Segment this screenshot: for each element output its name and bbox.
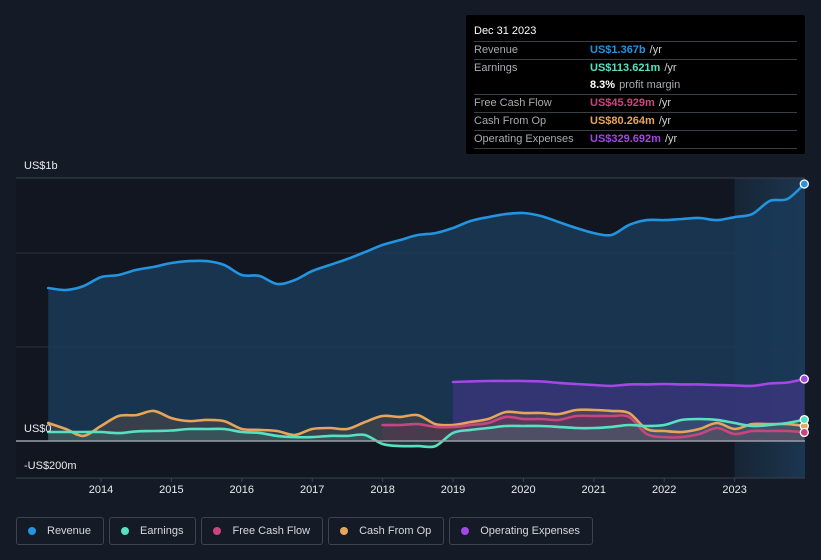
tooltip-unit: /yr	[658, 97, 672, 109]
tooltip-value: US$45.929m	[590, 97, 655, 109]
tooltip-unit: /yr	[664, 133, 678, 145]
revenue-dot-icon	[28, 527, 36, 535]
y-tick-label-1b: US$1b	[24, 160, 58, 172]
tooltip-value: US$329.692m	[590, 133, 661, 145]
free-cash-flow-endpoint	[799, 427, 809, 438]
legend-item-free-cash-flow[interactable]: Free Cash Flow	[201, 517, 324, 545]
revenue-endpoint	[799, 179, 809, 189]
tooltip-row-profit-margin: 8.3% profit margin	[474, 77, 797, 95]
tooltip-unit: /yr	[664, 62, 677, 74]
tooltip-unit: profit margin	[619, 79, 681, 91]
legend-label: Revenue	[47, 525, 92, 537]
legend-item-earnings[interactable]: Earnings	[109, 517, 197, 545]
legend-item-operating-expenses[interactable]: Operating Expenses	[449, 517, 593, 545]
tooltip-label: Earnings	[474, 62, 518, 74]
tooltip-unit: /yr	[658, 115, 672, 127]
x-tick-label: 2018	[370, 484, 395, 496]
tooltip-label: Revenue	[474, 44, 519, 56]
legend: Revenue Earnings Free Cash Flow Cash Fro…	[16, 517, 593, 545]
tooltip-value: US$1.367b	[590, 44, 646, 56]
tooltip-label	[474, 77, 590, 94]
tooltip-row-free-cash-flow: Free Cash Flow US$45.929m /yr	[474, 95, 797, 113]
tooltip-label: Free Cash Flow	[474, 97, 552, 109]
tooltip-row-cash-from-op: Cash From Op US$80.264m /yr	[474, 113, 797, 131]
x-tick-label: 2023	[722, 484, 747, 496]
tooltip-row-revenue: Revenue US$1.367b /yr	[474, 42, 797, 60]
x-tick-label: 2015	[159, 484, 184, 496]
tooltip-unit: /yr	[649, 44, 662, 56]
x-tick-label: 2016	[229, 484, 255, 496]
legend-label: Cash From Op	[359, 525, 432, 537]
legend-item-cash-from-op[interactable]: Cash From Op	[328, 517, 445, 545]
x-tick-label: 2020	[511, 484, 536, 496]
tooltip-panel: Dec 31 2023 Revenue US$1.367b /yr Earnin…	[466, 15, 805, 154]
y-tick-label-neg200m: -US$200m	[24, 460, 77, 472]
tooltip-row-earnings: Earnings US$113.621m /yr	[474, 60, 797, 77]
earnings-endpoint	[799, 414, 809, 425]
legend-item-revenue[interactable]: Revenue	[16, 517, 105, 545]
tooltip-value: US$113.621m	[590, 62, 661, 74]
cash-from-op-dot-icon	[340, 527, 349, 535]
x-tick-label: 2014	[88, 484, 114, 496]
free-cash-flow-dot-icon	[213, 527, 222, 535]
operating-expenses-endpoint	[799, 374, 809, 384]
y-tick-label-0: US$0	[24, 423, 52, 435]
x-tick-label: 2019	[440, 484, 466, 496]
tooltip-row-operating-expenses: Operating Expenses US$329.692m /yr	[474, 131, 797, 149]
tooltip-label: Cash From Op	[474, 115, 547, 127]
x-tick-label: 2022	[651, 484, 677, 496]
tooltip-label: Operating Expenses	[474, 133, 574, 145]
x-tick-label: 2017	[299, 484, 325, 496]
earnings-dot-icon	[121, 527, 130, 535]
legend-label: Free Cash Flow	[232, 525, 311, 537]
tooltip-value: 8.3%	[590, 79, 616, 91]
x-tick-label: 2021	[581, 484, 607, 496]
tooltip-date: Dec 31 2023	[474, 24, 797, 42]
legend-label: Operating Expenses	[480, 525, 580, 537]
legend-label: Earnings	[140, 525, 184, 537]
tooltip-value: US$80.264m	[590, 115, 655, 127]
operating-expenses-dot-icon	[461, 527, 470, 535]
